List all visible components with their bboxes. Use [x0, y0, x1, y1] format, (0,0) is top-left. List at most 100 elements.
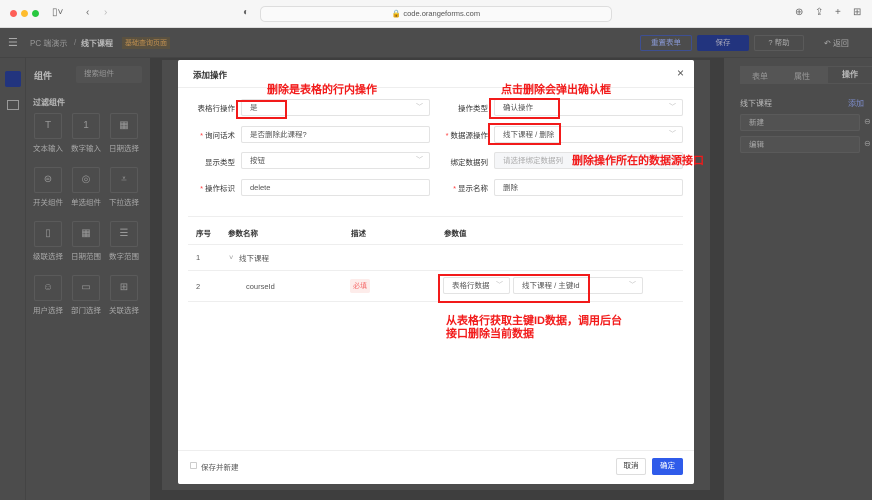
help-button[interactable]: ? 帮助 — [754, 35, 804, 51]
back-label: 返回 — [832, 39, 849, 48]
close-window-button[interactable] — [10, 10, 17, 17]
ask-input[interactable]: 是否删除此课程? — [241, 126, 430, 143]
operation-item[interactable]: 编辑 — [740, 136, 860, 153]
left-rail — [0, 58, 26, 500]
row-op-label: 表格行操作 — [197, 104, 236, 113]
component-tile[interactable]: 1 — [72, 113, 100, 139]
ds-op-label: * 数据源操作 — [445, 131, 488, 140]
ask-label: * 询问话术 — [200, 131, 235, 140]
close-icon[interactable]: × — [677, 66, 684, 80]
maximize-window-button[interactable] — [32, 10, 39, 17]
display-name-input[interactable]: 删除 — [494, 179, 683, 196]
component-icon: ☰ — [119, 228, 129, 239]
component-icon: ▦ — [81, 228, 91, 239]
component-tile[interactable]: ☰ — [110, 221, 138, 247]
annotation-text: 删除操作所在的数据源接口 — [572, 155, 704, 167]
save-button[interactable]: 保存 — [697, 35, 749, 51]
component-tile[interactable]: T — [34, 113, 62, 139]
components-panel: 组件 搜索组件 过滤组件 T 文本输入 1 数字输入 ▦ 日期选择 ⊜ 开关组件 ◎ 单选组件 ⩡ 下… — [26, 58, 150, 500]
row-no: 2 — [196, 282, 201, 291]
add-operation-dialog: 添加操作 × 表格行操作 是 ﹀ 操作类型 确认操作 ﹀ * 询问话术 是否删除此课程… — [178, 60, 694, 484]
component-search-input[interactable]: 搜索组件 — [76, 66, 142, 83]
sidebar-toggle-icon[interactable]: ▯˅ — [52, 7, 63, 18]
component-label: 部门选择 — [71, 306, 101, 315]
download-icon[interactable]: ⊕ — [795, 7, 803, 18]
component-label: 用户选择 — [33, 306, 63, 315]
display-type-select[interactable]: 按钮 ﹀ — [241, 152, 430, 169]
component-label: 数字输入 — [71, 144, 101, 153]
annotation-box — [488, 123, 561, 145]
panel-title: 组件 — [34, 71, 53, 81]
address-bar[interactable]: 🔒 code.orangeforms.com — [260, 6, 612, 22]
divider — [178, 87, 694, 88]
component-label: 关联选择 — [109, 306, 139, 315]
dialog-title: 添加操作 — [193, 70, 228, 80]
component-tile[interactable]: ⊞ — [110, 275, 138, 301]
save-and-new-label[interactable]: 保存并新建 — [201, 462, 239, 473]
component-label: 日期选择 — [109, 144, 139, 153]
section-title: 过滤组件 — [33, 98, 65, 107]
chevron-down-icon: ﹀ — [416, 157, 423, 164]
component-tile[interactable]: ▦ — [110, 113, 138, 139]
col-header-desc: 描述 — [351, 229, 366, 238]
forward-icon[interactable]: › — [104, 7, 107, 18]
component-icon: ⩡ — [121, 174, 127, 185]
layers-rail-icon[interactable] — [7, 100, 19, 110]
tab-operations[interactable]: 操作 — [828, 67, 872, 83]
col-header-no: 序号 — [196, 229, 211, 238]
reset-form-button[interactable]: 重置表单 — [640, 35, 692, 51]
add-operation-link[interactable]: 添加 — [848, 98, 864, 109]
component-label: 级联选择 — [33, 252, 63, 261]
tab-overview-icon[interactable]: ⊞ — [853, 7, 861, 18]
component-tile[interactable]: ⩡ — [110, 167, 138, 193]
expand-chevron-icon[interactable]: ˅ — [229, 253, 233, 262]
menu-icon[interactable]: ☰ — [8, 36, 18, 49]
component-icon: ⊞ — [119, 282, 129, 293]
app-header: ☰ PC 端演示 / 线下课程 基础查询页面 重置表单 保存 ? 帮助 ↶ 返回 — [0, 28, 872, 58]
cancel-button[interactable]: 取消 — [616, 458, 646, 475]
component-tile[interactable]: ⊜ — [34, 167, 62, 193]
back-icon[interactable]: ‹ — [86, 7, 89, 18]
component-tile[interactable]: ◎ — [72, 167, 100, 193]
component-tile[interactable]: ▭ — [72, 275, 100, 301]
tab-properties[interactable]: 属性 — [794, 71, 810, 82]
remove-icon[interactable]: ⊖ — [864, 139, 871, 148]
browser-toolbar: ▯˅ ‹ › ◐ 🔒 code.orangeforms.com ⊕ ⇪ + ⊞ — [0, 0, 872, 28]
col-header-name: 参数名称 — [228, 229, 258, 238]
undo-icon: ↶ — [824, 39, 831, 48]
divider — [188, 270, 683, 271]
component-tile[interactable]: ☺ — [34, 275, 62, 301]
component-tile[interactable]: ▯ — [34, 221, 62, 247]
breadcrumb-root[interactable]: PC 端演示 — [30, 38, 67, 49]
back-button[interactable]: ↶ 返回 — [824, 38, 849, 49]
new-tab-icon[interactable]: + — [835, 7, 841, 18]
properties-panel: 表单 属性 操作 线下课程 添加 新建 ⊖ 编辑 ⊖ — [724, 58, 872, 500]
remove-icon[interactable]: ⊖ — [864, 117, 871, 126]
component-icon: ▯ — [45, 228, 51, 239]
chevron-down-icon: ﹀ — [416, 104, 423, 111]
save-and-new-checkbox[interactable] — [190, 462, 197, 469]
component-icon: ▦ — [119, 120, 129, 131]
required-badge: 必填 — [350, 279, 370, 293]
tab-form[interactable]: 表单 — [752, 71, 768, 82]
op-id-input[interactable]: delete — [241, 179, 430, 196]
minimize-window-button[interactable] — [21, 10, 28, 17]
display-type-label: 显示类型 — [205, 158, 235, 167]
divider — [188, 244, 683, 245]
page-tag: 基础查询页面 — [122, 37, 170, 49]
component-label: 下拉选择 — [109, 198, 139, 207]
annotation-box — [438, 274, 590, 303]
confirm-button[interactable]: 确定 — [652, 458, 683, 475]
row-name: 线下课程 — [239, 254, 269, 263]
bind-col-label: 绑定数据列 — [450, 158, 489, 167]
component-label: 开关组件 — [33, 198, 63, 207]
share-icon[interactable]: ⇪ — [815, 7, 823, 18]
operation-item[interactable]: 新建 — [740, 114, 860, 131]
components-rail-icon[interactable] — [5, 71, 21, 87]
breadcrumb-separator: / — [74, 38, 77, 47]
url-text: code.orangeforms.com — [403, 9, 481, 18]
component-label: 日期范围 — [71, 252, 101, 261]
component-tile[interactable]: ▦ — [72, 221, 100, 247]
chevron-down-icon: ﹀ — [669, 131, 676, 138]
divider — [188, 301, 683, 302]
